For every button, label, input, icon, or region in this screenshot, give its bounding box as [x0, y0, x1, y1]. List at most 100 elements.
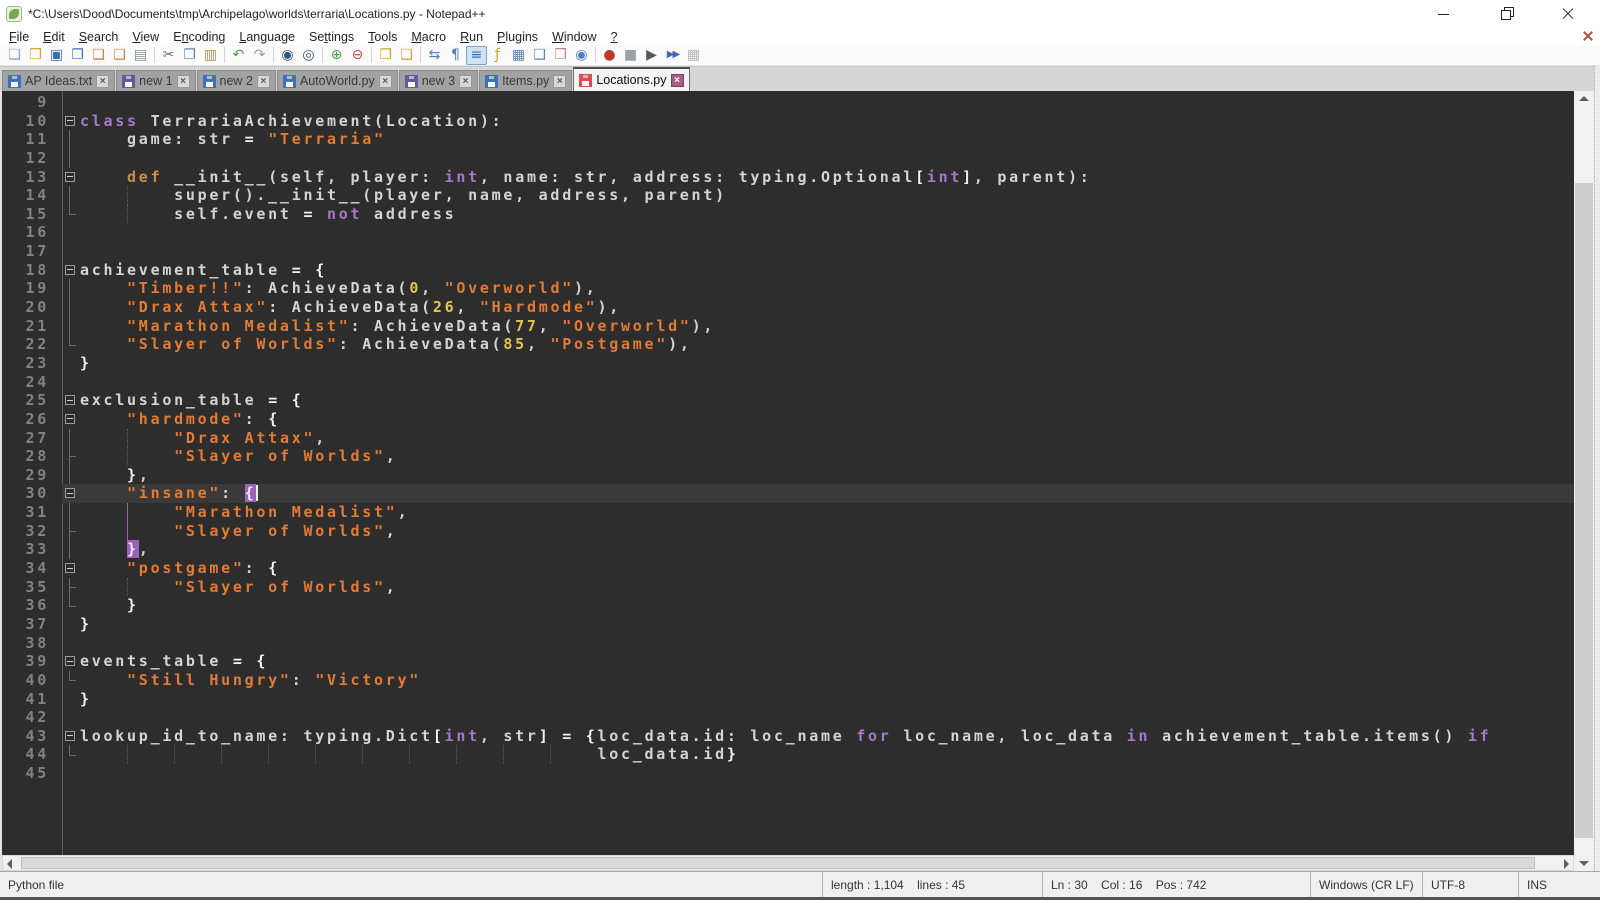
monitoring-icon[interactable]: ◉: [571, 46, 592, 65]
code-line[interactable]: 36 }: [2, 596, 1574, 615]
menu-edit[interactable]: Edit: [36, 30, 72, 44]
cut-icon[interactable]: ✂: [158, 46, 179, 65]
show-indent-guide-icon[interactable]: ≡: [466, 46, 487, 65]
code-line[interactable]: 38: [2, 634, 1574, 653]
copy-icon[interactable]: ❐: [179, 46, 200, 65]
document-map-icon[interactable]: ▦: [508, 46, 529, 65]
code-line[interactable]: 13 def __init__(self, player: int, name:…: [2, 168, 1574, 187]
code-line[interactable]: 45: [2, 764, 1574, 783]
code-line[interactable]: 39events_table = {: [2, 652, 1574, 671]
tab-close-icon[interactable]: ×: [177, 75, 190, 88]
close-button[interactable]: [1538, 0, 1600, 28]
status-length-lines[interactable]: length : 1,104 lines : 45: [822, 872, 1042, 897]
tab-new-1[interactable]: new 1×: [116, 70, 195, 91]
tab-close-icon[interactable]: ×: [459, 75, 472, 88]
fold-collapse-button[interactable]: [65, 731, 75, 741]
code-line[interactable]: 30 "insane": {: [2, 484, 1574, 503]
replace-icon[interactable]: ◎: [298, 46, 319, 65]
sync-vertical-scroll-icon[interactable]: ❐: [375, 46, 396, 65]
code-line[interactable]: 9: [2, 93, 1574, 112]
code-line[interactable]: 32 "Slayer of Worlds",: [2, 522, 1574, 541]
code-line[interactable]: 27 "Drax Attax",: [2, 429, 1574, 448]
code-line[interactable]: 43lookup_id_to_name: typing.Dict[int, st…: [2, 727, 1574, 746]
code-line[interactable]: 31 "Marathon Medalist",: [2, 503, 1574, 522]
tab-close-icon[interactable]: ×: [379, 75, 392, 88]
code-line[interactable]: 19 "Timber!!": AchieveData(0, "Overworld…: [2, 279, 1574, 298]
print-icon[interactable]: ▤: [130, 46, 151, 65]
tab-new-2[interactable]: new 2×: [197, 70, 276, 91]
code-line[interactable]: 37}: [2, 615, 1574, 634]
code-line[interactable]: 16: [2, 223, 1574, 242]
close-icon[interactable]: ❏: [88, 46, 109, 65]
vertical-scroll-thumb[interactable]: [1575, 183, 1593, 838]
code-line[interactable]: 21 "Marathon Medalist": AchieveData(77, …: [2, 317, 1574, 336]
code-line[interactable]: 26 "hardmode": {: [2, 410, 1574, 429]
code-line[interactable]: 44 loc_data.id}: [2, 745, 1574, 764]
code-line[interactable]: 35 "Slayer of Worlds",: [2, 578, 1574, 597]
folder-as-workspace-icon[interactable]: ❒: [550, 46, 571, 65]
tab-close-icon[interactable]: ×: [257, 75, 270, 88]
menu-run[interactable]: Run: [453, 30, 490, 44]
zoom-out-icon[interactable]: ⊖: [347, 46, 368, 65]
function-list-icon[interactable]: ƒ: [487, 46, 508, 65]
tab-close-icon[interactable]: ×: [671, 74, 684, 87]
open-file-icon[interactable]: ❒: [25, 46, 46, 65]
minimize-button[interactable]: [1414, 0, 1476, 28]
status-insert-mode[interactable]: INS: [1518, 872, 1600, 897]
code-line[interactable]: 25exclusion_table = {: [2, 391, 1574, 410]
tab-close-icon[interactable]: ×: [553, 75, 566, 88]
code-line[interactable]: 23}: [2, 354, 1574, 373]
menu-plugins[interactable]: Plugins: [490, 30, 545, 44]
code-line[interactable]: 18achievement_table = {: [2, 261, 1574, 280]
fold-collapse-button[interactable]: [65, 488, 75, 498]
redo-icon[interactable]: ↷: [249, 46, 270, 65]
code-line[interactable]: 34 "postgame": {: [2, 559, 1574, 578]
code-line[interactable]: 40 "Still Hungry": "Victory": [2, 671, 1574, 690]
menu-view[interactable]: View: [125, 30, 166, 44]
code-line[interactable]: 24: [2, 373, 1574, 392]
code-line[interactable]: 20 "Drax Attax": AchieveData(26, "Hardmo…: [2, 298, 1574, 317]
scroll-down-arrow-icon[interactable]: [1579, 861, 1589, 866]
fold-collapse-button[interactable]: [65, 563, 75, 573]
code-line[interactable]: 33 },: [2, 540, 1574, 559]
code-line[interactable]: 29 },: [2, 466, 1574, 485]
code-line[interactable]: 10class TerrariaAchievement(Location):: [2, 112, 1574, 131]
code-line[interactable]: 28 "Slayer of Worlds",: [2, 447, 1574, 466]
tab-ap-ideas-txt[interactable]: AP Ideas.txt×: [2, 70, 115, 91]
vertical-scrollbar[interactable]: [1574, 91, 1594, 871]
scroll-right-arrow-icon[interactable]: [1564, 859, 1569, 869]
undo-icon[interactable]: ↶: [228, 46, 249, 65]
code-line[interactable]: 14 super().__init__(player, name, addres…: [2, 186, 1574, 205]
show-all-characters-icon[interactable]: ¶: [445, 46, 466, 65]
status-encoding[interactable]: UTF-8: [1422, 872, 1518, 897]
menu-tools[interactable]: Tools: [361, 30, 404, 44]
menu-file[interactable]: File: [2, 30, 36, 44]
code-line[interactable]: 12: [2, 149, 1574, 168]
code-line[interactable]: 42: [2, 708, 1574, 727]
fold-collapse-button[interactable]: [65, 172, 75, 182]
macro-save-icon[interactable]: ▦: [683, 46, 704, 65]
menu-settings[interactable]: Settings: [302, 30, 361, 44]
word-wrap-icon[interactable]: ⇆: [424, 46, 445, 65]
horizontal-scrollbar[interactable]: [2, 855, 1574, 871]
new-file-icon[interactable]: ❏: [4, 46, 25, 65]
fold-collapse-button[interactable]: [65, 395, 75, 405]
status-cursor-position[interactable]: Ln : 30 Col : 16 Pos : 742: [1042, 872, 1310, 897]
save-all-icon[interactable]: ❐: [67, 46, 88, 65]
horizontal-scroll-thumb[interactable]: [21, 857, 1535, 869]
zoom-in-icon[interactable]: ⊕: [326, 46, 347, 65]
save-icon[interactable]: ▣: [46, 46, 67, 65]
tab-autoworld-py[interactable]: AutoWorld.py×: [277, 70, 398, 91]
fold-collapse-button[interactable]: [65, 656, 75, 666]
menu-window[interactable]: Window: [545, 30, 603, 44]
status-eol-format[interactable]: Windows (CR LF): [1310, 872, 1422, 897]
menu-search[interactable]: Search: [72, 30, 126, 44]
fold-collapse-button[interactable]: [65, 265, 75, 275]
code-line[interactable]: 17: [2, 242, 1574, 261]
macro-record-icon[interactable]: ●: [599, 46, 620, 65]
code-line[interactable]: 11 game: str = "Terraria": [2, 130, 1574, 149]
code-editor[interactable]: 910class TerrariaAchievement(Location):1…: [2, 91, 1574, 855]
code-line[interactable]: 41}: [2, 690, 1574, 709]
menu-language[interactable]: Language: [232, 30, 302, 44]
fold-collapse-button[interactable]: [65, 116, 75, 126]
